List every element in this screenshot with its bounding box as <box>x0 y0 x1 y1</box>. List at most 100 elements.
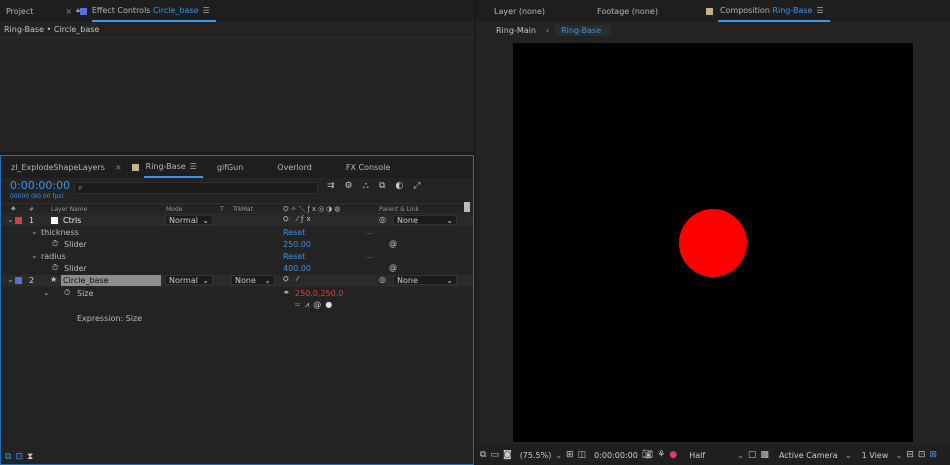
fast-preview-icon[interactable]: ⊡ <box>918 450 926 460</box>
camera-select[interactable]: Active Camera <box>779 451 841 460</box>
zoom-level[interactable]: (75.5%) <box>520 451 552 460</box>
header-mode: Mode <box>166 206 183 213</box>
expression-enable-icon[interactable]: = <box>294 300 301 310</box>
stopwatch-icon[interactable]: ⏱ <box>52 263 58 273</box>
red-circle-shape[interactable] <box>679 209 747 277</box>
layer-name[interactable]: Ctrls <box>63 216 81 225</box>
region-of-interest-icon[interactable]: ▢ <box>748 450 757 460</box>
transparency-grid-icon[interactable]: ▩ <box>760 450 769 460</box>
effect-row[interactable]: ⌄ radius Reset … <box>1 251 473 263</box>
chevron-down-icon[interactable]: ⌄ <box>43 288 50 297</box>
parent-select[interactable]: None ⌄ <box>393 275 457 285</box>
always-preview-icon[interactable]: ⧉ <box>480 450 486 460</box>
monitor-icon[interactable]: ▭ <box>490 450 499 460</box>
shape-star-icon: ★ <box>50 275 58 284</box>
chevron-down-icon[interactable]: ⌄ <box>555 451 562 460</box>
layer-color-label[interactable] <box>15 277 22 284</box>
property-name: Slider <box>64 240 87 249</box>
reset-link[interactable]: Reset <box>283 228 305 237</box>
property-row[interactable]: ⏱ Slider 250.00 @ <box>1 239 473 251</box>
tab-footage[interactable]: Footage (none) <box>591 0 664 22</box>
tab-effect-controls[interactable]: 🔒︎ Effect Controls Circle_base ☰ <box>76 0 216 22</box>
mode-select[interactable]: Normal ⌄ <box>165 275 213 285</box>
chevron-down-icon[interactable]: ⌄ <box>7 275 14 284</box>
reset-link[interactable]: Reset <box>283 252 305 261</box>
transfer-controls-icon[interactable]: ⊡ <box>15 452 23 462</box>
chevron-down-icon[interactable]: ⌄ <box>31 251 38 260</box>
link-icon[interactable]: ⚭ <box>283 288 290 297</box>
panel-menu-icon[interactable]: ☰ <box>816 6 823 15</box>
switches-row[interactable]: ⛭ ⁄ƒx <box>283 215 314 224</box>
show-snapshot-icon[interactable]: ⚘ <box>657 450 665 460</box>
vr-icon[interactable]: ◙ <box>503 450 512 460</box>
panel-menu-icon[interactable]: ☰ <box>203 6 210 15</box>
tab-project[interactable]: Project × <box>0 0 78 22</box>
shy-layers-icon[interactable]: ⛬ <box>363 181 369 191</box>
chevron-down-icon[interactable]: ⌄ <box>845 451 852 460</box>
layer-switches-icon[interactable]: ⧉ <box>5 452 11 462</box>
tab-composition[interactable]: Composition Ring-Base ☰ <box>717 0 830 22</box>
current-time[interactable]: 0:00:00:00 <box>10 179 70 192</box>
trkmat-select[interactable]: None ⌄ <box>231 275 275 285</box>
resolution-select[interactable]: Half <box>689 451 733 460</box>
stopwatch-icon[interactable]: ⏱ <box>64 288 70 298</box>
color-channels-icon[interactable]: ● <box>669 450 677 460</box>
tab-gifgun[interactable]: gifGun <box>211 156 249 178</box>
tab-overlord[interactable]: Overlord <box>271 156 318 178</box>
pickwhip-icon[interactable]: ◎ <box>379 215 386 224</box>
tab-fx-console[interactable]: FX Console <box>340 156 396 178</box>
camera-snapshot-icon[interactable]: 📷︎ <box>642 450 653 460</box>
toggle-layout-icon[interactable]: ⊟ <box>906 450 914 460</box>
grid-icon[interactable]: ⊞ <box>566 450 574 460</box>
draft-3d-icon[interactable]: ⚙ <box>345 181 353 191</box>
layer-search-input[interactable]: ⌕ <box>74 182 318 194</box>
chevron-down-icon[interactable]: ⌄ <box>737 451 744 460</box>
layer-color-label[interactable] <box>15 217 22 224</box>
property-value[interactable]: 250.00 <box>283 240 311 249</box>
pickwhip-icon[interactable]: @ <box>389 239 397 248</box>
pickwhip-icon[interactable]: ◎ <box>379 275 386 284</box>
tab-layer[interactable]: Layer (none) <box>488 0 551 22</box>
chevron-down-icon[interactable]: ⌄ <box>7 215 14 224</box>
views-select[interactable]: 1 View <box>862 451 892 460</box>
property-value[interactable]: 400.00 <box>283 264 311 273</box>
graph-icon[interactable]: ⩘ <box>305 300 310 310</box>
switches-row[interactable]: ⛭ ⁄ <box>283 275 301 284</box>
close-icon[interactable]: × <box>115 163 122 172</box>
composition-canvas[interactable] <box>513 43 913 442</box>
mode-select[interactable]: Normal ⌄ <box>165 215 213 225</box>
layer-row[interactable]: ⌄ 2 ★ Circle_base Normal ⌄ None ⌄ ⛭ ⁄ ◎ No… <box>1 275 473 287</box>
motion-blur-icon[interactable]: ◐ <box>395 181 403 191</box>
timeline-toggle-icon[interactable]: ⊠ <box>929 450 937 460</box>
parent-select[interactable]: None ⌄ <box>393 215 457 225</box>
comp-mini-flowchart-icon[interactable]: ⇉ <box>327 181 335 191</box>
expression-label[interactable]: Expression: Size <box>77 314 142 323</box>
flow-ring-base[interactable]: Ring-Base <box>555 24 612 36</box>
viewer-timecode[interactable]: 0:00:00:00 <box>594 451 638 460</box>
layer-row[interactable]: ⌄ 1 Ctrls Normal ⌄ ⛭ ⁄ƒx ◎ None ⌄ <box>1 215 473 226</box>
property-row[interactable]: ⌄ ⏱ Size ⚭ 250.0,250.0 <box>1 288 473 300</box>
frame-blending-icon[interactable]: ⧉ <box>379 181 385 191</box>
graph-editor-icon[interactable]: ⤢ <box>413 181 420 191</box>
pickwhip-icon[interactable]: @ <box>313 300 321 310</box>
size-value[interactable]: 250.0,250.0 <box>295 289 343 298</box>
layer-name[interactable]: Circle_base <box>63 276 109 285</box>
panel-menu-icon[interactable]: ☰ <box>190 162 197 171</box>
in-out-icon[interactable]: ⧗ <box>27 452 33 462</box>
property-row[interactable]: ⏱ Slider 400.00 @ <box>1 263 473 275</box>
tab-ring-base[interactable]: Ring-Base ☰ <box>143 156 203 178</box>
pickwhip-icon[interactable]: @ <box>389 263 397 272</box>
tab-explode-shape-layers[interactable]: zl_ExplodeShapeLayers × <box>5 156 128 178</box>
effect-row[interactable]: ⌄ thickness Reset … <box>1 227 473 239</box>
flow-ring-main[interactable]: Ring-Main <box>496 26 536 35</box>
chevron-down-icon[interactable]: ⌄ <box>896 451 903 460</box>
header-layer-name[interactable]: Layer Name <box>51 206 87 213</box>
mask-icon[interactable]: ◫ <box>578 450 587 460</box>
expression-menu-icon[interactable]: ● <box>325 300 332 310</box>
chevron-down-icon[interactable]: ⌄ <box>31 227 38 236</box>
chevron-left-icon[interactable]: ‹ <box>546 26 549 35</box>
stopwatch-icon[interactable]: ⏱ <box>52 239 58 249</box>
lock-icon[interactable]: 🔒︎ <box>76 6 80 15</box>
close-icon[interactable]: × <box>65 7 72 16</box>
current-time-indicator[interactable] <box>464 202 470 212</box>
